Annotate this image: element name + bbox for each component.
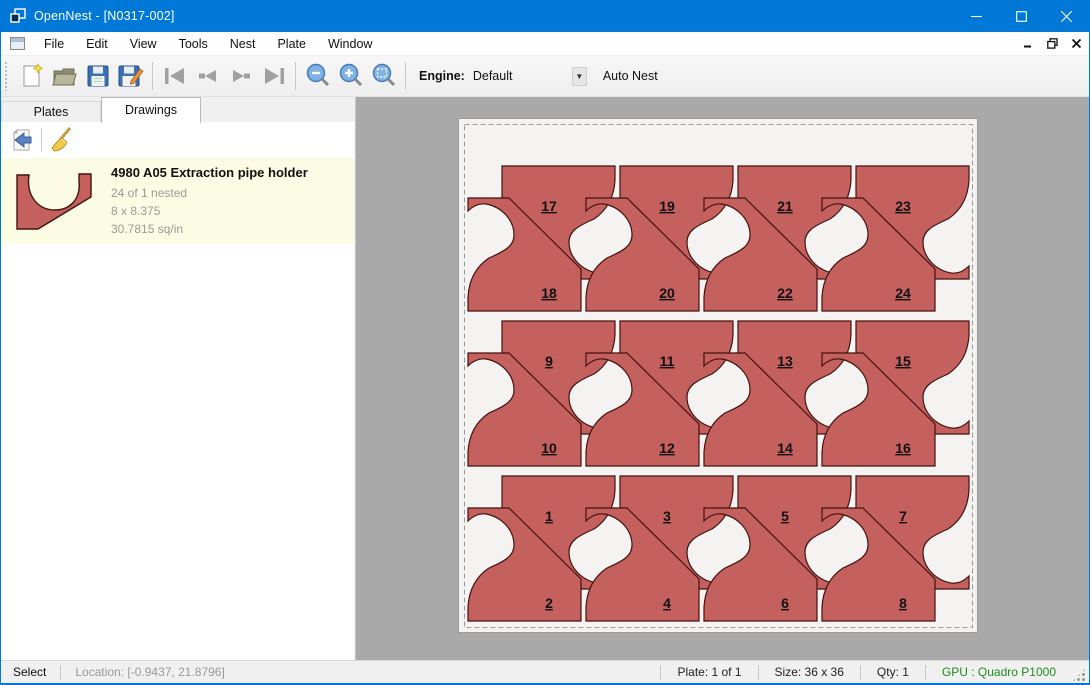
part-number-label: 4 (663, 595, 671, 611)
plate[interactable]: 171819202122232491011121314151612345678 (458, 118, 978, 633)
menu-nest[interactable]: Nest (219, 33, 267, 55)
drawing-item-info: 4980 A05 Extraction pipe holder 24 of 1 … (101, 165, 308, 238)
zoom-out-icon[interactable] (301, 60, 334, 92)
engine-value: Default (471, 69, 572, 83)
part-number-label: 8 (899, 595, 907, 611)
menu-plate[interactable]: Plate (266, 33, 317, 55)
clean-broom-icon[interactable] (46, 125, 76, 155)
menu-items: FileEditViewToolsNestPlateWindow (33, 33, 383, 55)
part-number-label: 7 (899, 508, 907, 524)
chevron-down-icon[interactable]: ▼ (572, 67, 587, 86)
toolbar-separator (295, 62, 296, 90)
mdi-minimize-icon[interactable] (1019, 34, 1037, 52)
part-number-label: 21 (777, 198, 793, 214)
engine-select[interactable]: Default ▼ (471, 65, 587, 87)
tab-strip: Plates Drawings (1, 97, 355, 122)
previous-plate-icon[interactable] (191, 60, 224, 92)
zoom-fit-icon[interactable] (367, 60, 400, 92)
part-number-label: 18 (541, 285, 557, 301)
first-plate-icon[interactable] (158, 60, 191, 92)
part-number-label: 5 (781, 508, 789, 524)
title-bar: OpenNest - [N0317-002] (1, 0, 1089, 32)
part-number-label: 3 (663, 508, 671, 524)
part-number-label: 16 (895, 440, 911, 456)
drawing-title: 4980 A05 Extraction pipe holder (111, 165, 308, 180)
status-qty: Qty: 1 (861, 665, 925, 679)
part-number-label: 24 (895, 285, 911, 301)
status-plate: Plate: 1 of 1 (661, 665, 757, 679)
drawing-area: 30.7815 sq/in (111, 220, 308, 238)
part-thumbnail (9, 166, 101, 236)
close-icon[interactable] (1044, 0, 1089, 32)
status-right: Plate: 1 of 1 Size: 36 x 36 Qty: 1 GPU :… (660, 661, 1089, 683)
main-toolbar: Engine: Default ▼ Auto Nest (1, 56, 1089, 97)
opennest-window: { "window": { "title": "OpenNest - [N031… (0, 0, 1090, 685)
part-number-label: 12 (659, 440, 675, 456)
part-number-label: 2 (545, 595, 553, 611)
part-number-label: 22 (777, 285, 793, 301)
panel-separator (41, 128, 42, 152)
resize-grip[interactable] (1072, 668, 1086, 682)
caption-buttons (954, 0, 1089, 32)
next-plate-icon[interactable] (224, 60, 257, 92)
part-number-label: 23 (895, 198, 911, 214)
part-number-label: 6 (781, 595, 789, 611)
toolbar-separator (152, 62, 153, 90)
menu-file[interactable]: File (33, 33, 75, 55)
window-title: OpenNest - [N0317-002] (34, 9, 175, 23)
part-number-label: 14 (777, 440, 793, 456)
document-icon[interactable] (10, 37, 25, 50)
tab-drawings[interactable]: Drawings (101, 97, 201, 123)
mdi-window-buttons (1019, 34, 1085, 52)
new-file-icon[interactable] (15, 60, 48, 92)
maximize-icon[interactable] (999, 0, 1044, 32)
minimize-icon[interactable] (954, 0, 999, 32)
status-gpu: GPU : Quadro P1000 (926, 665, 1072, 679)
part-number-label: 9 (545, 353, 553, 369)
save-as-icon[interactable] (114, 60, 147, 92)
menu-tools[interactable]: Tools (168, 33, 219, 55)
open-file-icon[interactable] (48, 60, 81, 92)
menu-view[interactable]: View (119, 33, 168, 55)
drawings-toolbar (1, 122, 354, 158)
toolbar-separator (405, 62, 406, 90)
status-location: Location: [-0.9437, 21.8796] (61, 665, 238, 679)
app-icon (10, 8, 26, 24)
part-number-label: 17 (541, 198, 557, 214)
engine-label: Engine: (419, 69, 465, 83)
drawing-size: 8 x 8.375 (111, 202, 308, 220)
save-icon[interactable] (81, 60, 114, 92)
tab-plates[interactable]: Plates (1, 101, 101, 122)
part-number-label: 1 (545, 508, 553, 524)
mdi-close-icon[interactable] (1067, 34, 1085, 52)
toolbar-grip[interactable] (4, 61, 9, 91)
menu-edit[interactable]: Edit (75, 33, 119, 55)
status-bar: Select Location: [-0.9437, 21.8796] Plat… (1, 660, 1089, 683)
mdi-restore-icon[interactable] (1043, 34, 1061, 52)
drawing-list-item[interactable]: 4980 A05 Extraction pipe holder 24 of 1 … (1, 158, 354, 244)
drawing-nested-count: 24 of 1 nested (111, 184, 308, 202)
part-number-label: 11 (660, 353, 675, 369)
status-mode: Select (1, 665, 60, 679)
left-panel: Plates Drawings (1, 97, 356, 660)
auto-nest-button[interactable]: Auto Nest (597, 65, 664, 87)
menu-bar: FileEditViewToolsNestPlateWindow (1, 32, 1089, 56)
drawings-panel: 4980 A05 Extraction pipe holder 24 of 1 … (1, 122, 354, 660)
part-number-label: 15 (895, 353, 911, 369)
last-plate-icon[interactable] (257, 60, 290, 92)
menu-window[interactable]: Window (317, 33, 383, 55)
part-number-label: 10 (541, 440, 557, 456)
import-drawing-icon[interactable] (7, 125, 37, 155)
part-number-label: 20 (659, 285, 675, 301)
zoom-in-icon[interactable] (334, 60, 367, 92)
part-number-label: 13 (777, 353, 793, 369)
status-size: Size: 36 x 36 (759, 665, 860, 679)
part-number-label: 19 (659, 198, 675, 214)
nest-canvas[interactable]: 171819202122232491011121314151612345678 (356, 97, 1089, 660)
nest-layout: 171819202122232491011121314151612345678 (459, 119, 979, 634)
